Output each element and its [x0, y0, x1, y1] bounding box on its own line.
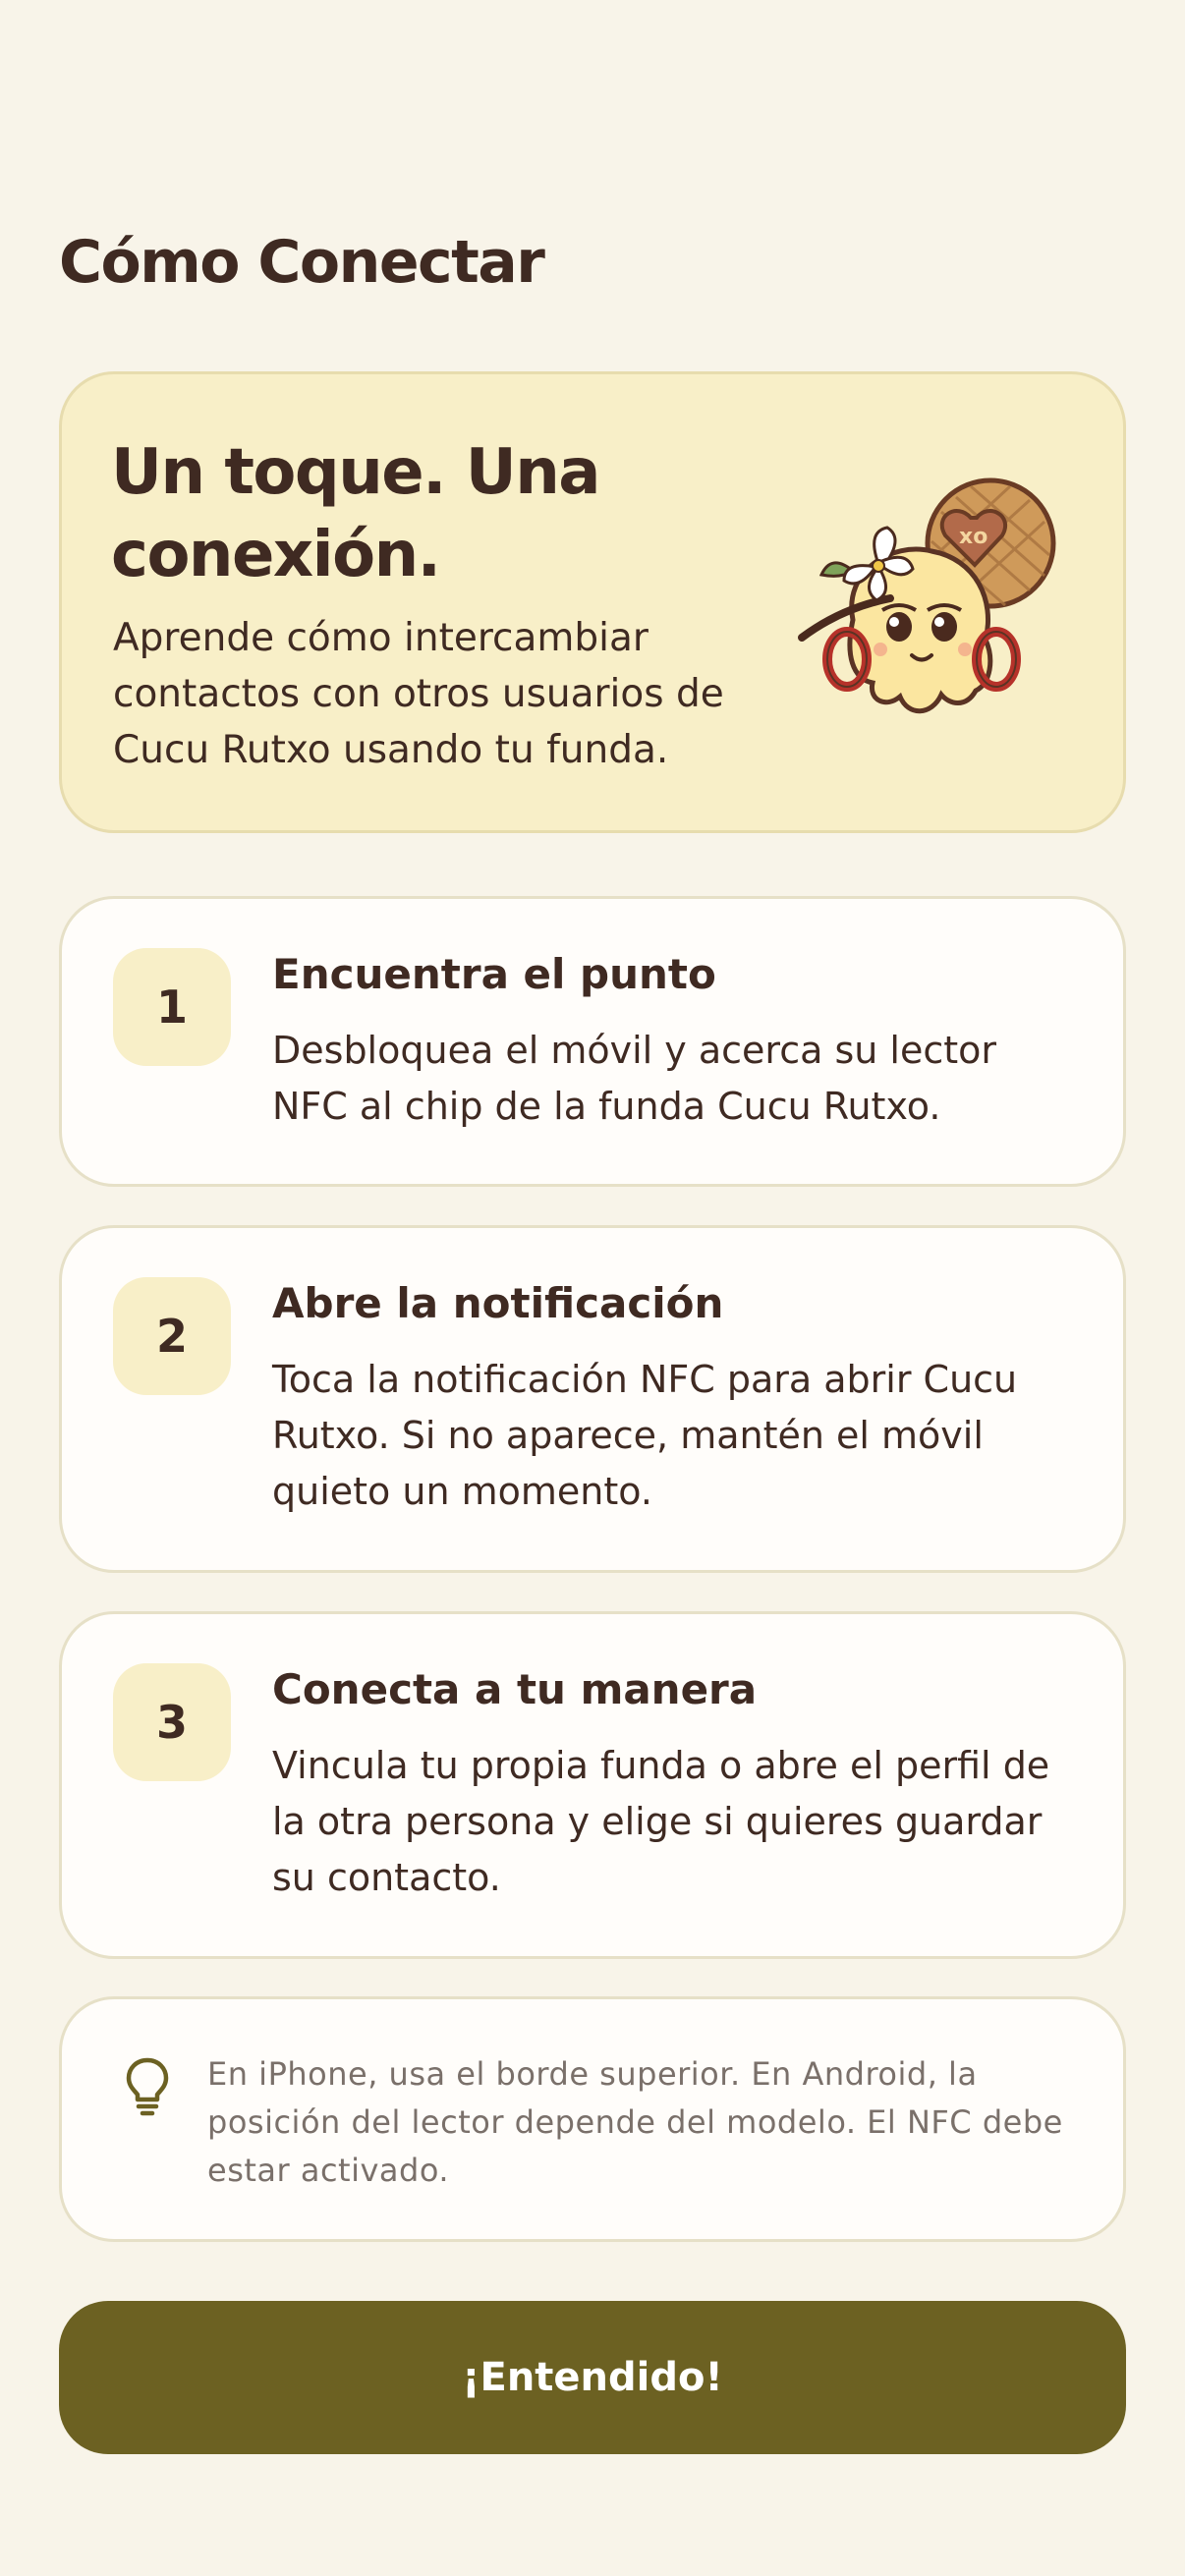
tip-card: En iPhone, usa el borde superior. En And… — [59, 1996, 1126, 2242]
lightbulb-icon — [126, 2057, 169, 2116]
page-title: Cómo Conectar — [59, 228, 545, 297]
step-card-2: 2 Abre la notificación Toca la notificac… — [59, 1225, 1126, 1573]
hero-description: Aprende cómo intercambiar contactos con … — [113, 616, 724, 772]
how-to-connect-screen: Cómo Conectar Un toque. Una conexión. Ap… — [0, 0, 1185, 2576]
step-card-3: 3 Conecta a tu manera Vincula tu propia … — [59, 1611, 1126, 1959]
hero-card: Un toque. Una conexión. Aprende cómo int… — [59, 371, 1126, 833]
tip-text: En iPhone, usa el borde superior. En And… — [207, 2055, 1063, 2189]
step-description: Desbloquea el móvil y acerca su lector N… — [272, 1029, 997, 1128]
step-number-badge: 1 — [113, 948, 231, 1066]
step-title: Abre la notificación — [272, 1279, 724, 1327]
step-title: Encuentra el punto — [272, 950, 716, 998]
svg-text:xo: xo — [959, 525, 988, 549]
mascot-illustration: xo — [798, 477, 1056, 714]
understood-button[interactable]: ¡Entendido! — [59, 2301, 1126, 2454]
step-card-1: 1 Encuentra el punto Desbloquea el móvil… — [59, 896, 1126, 1187]
step-title: Conecta a tu manera — [272, 1665, 758, 1713]
hero-title: Un toque. Una conexión. — [111, 436, 600, 591]
step-number-badge: 3 — [113, 1663, 231, 1781]
step-description: Vincula tu propia funda o abre el perfil… — [272, 1744, 1050, 1899]
step-number-badge: 2 — [113, 1277, 231, 1395]
step-description: Toca la notificación NFC para abrir Cucu… — [272, 1358, 1018, 1513]
